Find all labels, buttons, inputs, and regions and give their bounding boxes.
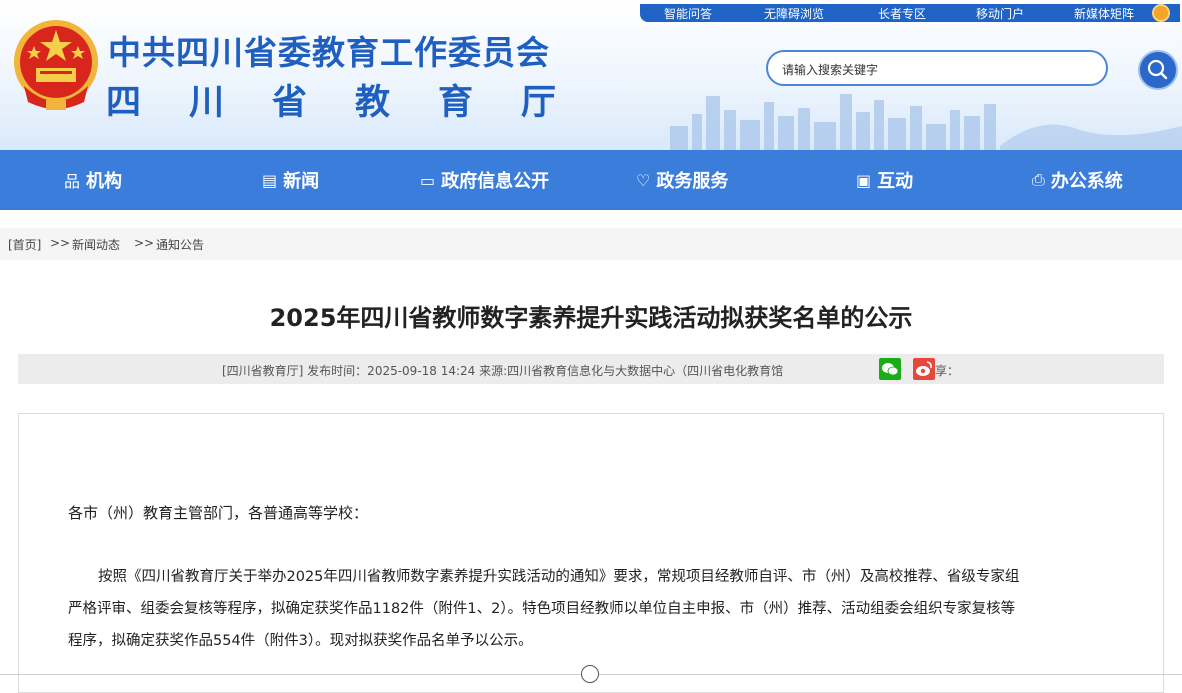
article-paragraph-line: 程序，拟确定获奖作品554件（附件3）。现对拟获奖作品名单予以公示。 [68, 633, 533, 649]
nav-item-label: 互动 [877, 171, 914, 192]
search-input[interactable] [780, 60, 1094, 80]
title-sub-char: 川 [188, 83, 224, 123]
breadcrumb-home[interactable]: [首页] [8, 236, 41, 253]
nav-item-label: 机构 [86, 171, 123, 192]
search-icon [1147, 59, 1168, 80]
article-meta-bar: [四川省教育厅] 发布时间：2025-09-18 14:24 来源:四川省教育信… [18, 354, 1164, 384]
service-icon: ♡ [636, 170, 651, 190]
breadcrumb-separator: >> [134, 236, 155, 250]
nav-item-label: 政府信息公开 [441, 171, 550, 192]
breadcrumb-news[interactable]: 新闻动态 [72, 236, 120, 253]
printer-icon: ⎙ [1032, 170, 1045, 189]
article-meta: [四川省教育厅] 发布时间：2025-09-18 14:24 来源:四川省教育信… [222, 364, 784, 378]
search-box [766, 50, 1108, 86]
site-title-sub: 四 川 省 教 育 厅 [106, 74, 556, 125]
weibo-share-icon[interactable] [913, 358, 935, 380]
title-sub-char: 厅 [520, 83, 556, 123]
top-link-smart-qa[interactable]: 智能问答 [664, 5, 712, 22]
article-paragraph-line: 严格评审、组委会复核等程序，拟确定获奖作品1182件（附件1、2）。特色项目经教… [68, 601, 1016, 617]
article-salutation: 各市（州）教育主管部门，各普通高等学校： [68, 504, 369, 522]
scroll-handle[interactable] [581, 665, 599, 683]
article-title: 2025年四川省教师数字素养提升实践活动拟获奖名单的公示 [269, 304, 913, 332]
top-link-new-media[interactable]: 新媒体矩阵 [1074, 5, 1134, 22]
site-header: 中共四川省委教育工作委员会 四 川 省 教 育 厅 智能问答 无障碍浏览 长者专… [0, 0, 1182, 150]
wechat-icon [882, 363, 899, 376]
nav-item-label: 政务服务 [656, 171, 729, 192]
new-media-icon[interactable] [1152, 4, 1170, 22]
wechat-share-icon[interactable] [879, 358, 901, 380]
share-label: 享： [935, 364, 960, 378]
breadcrumb: [首页] >> 新闻动态 >> 通知公告 [0, 228, 1182, 260]
article-content-box [18, 413, 1164, 693]
chat-icon: ▣ [856, 170, 872, 190]
nav-item-gov-service[interactable]: ♡ 政务服务 [636, 150, 728, 210]
top-link-accessibility[interactable]: 无障碍浏览 [764, 5, 824, 22]
main-nav: 品 机构 ▤ 新闻 ▭ 政府信息公开 ♡ 政务服务 ▣ 互动 ⎙ 办公系统 [0, 150, 1182, 210]
title-sub-char: 省 [271, 83, 307, 123]
nav-item-interaction[interactable]: ▣ 互动 [856, 150, 913, 210]
news-icon: ▤ [262, 170, 278, 190]
info-icon: ▭ [420, 170, 436, 190]
city-skyline-illustration [670, 94, 1182, 150]
top-link-mobile[interactable]: 移动门户 [976, 5, 1024, 22]
title-sub-char: 教 [354, 83, 390, 123]
search-button[interactable] [1138, 50, 1178, 90]
nav-item-news[interactable]: ▤ 新闻 [262, 150, 319, 210]
national-emblem-icon [14, 20, 98, 110]
breadcrumb-separator: >> [50, 236, 71, 250]
article-paragraph-line: 按照《四川省教育厅关于举办2025年四川省教师数字素养提升实践活动的通知》要求，… [98, 569, 1020, 585]
nav-item-info-disclosure[interactable]: ▭ 政府信息公开 [420, 150, 549, 210]
top-link-elderly[interactable]: 长者专区 [878, 5, 926, 22]
nav-item-office[interactable]: ⎙ 办公系统 [1032, 150, 1123, 210]
title-sub-char: 育 [437, 83, 473, 123]
weibo-icon [916, 361, 932, 376]
breadcrumb-notice[interactable]: 通知公告 [156, 236, 204, 253]
nav-item-label: 办公系统 [1050, 171, 1123, 192]
org-icon: 品 [64, 172, 81, 191]
title-sub-char: 四 [106, 83, 142, 123]
top-links-bar: 智能问答 无障碍浏览 长者专区 移动门户 新媒体矩阵 [640, 4, 1180, 22]
nav-item-label: 新闻 [283, 171, 320, 192]
site-title-main: 中共四川省委教育工作委员会 [108, 33, 550, 72]
nav-item-org[interactable]: 品 机构 [64, 150, 122, 210]
